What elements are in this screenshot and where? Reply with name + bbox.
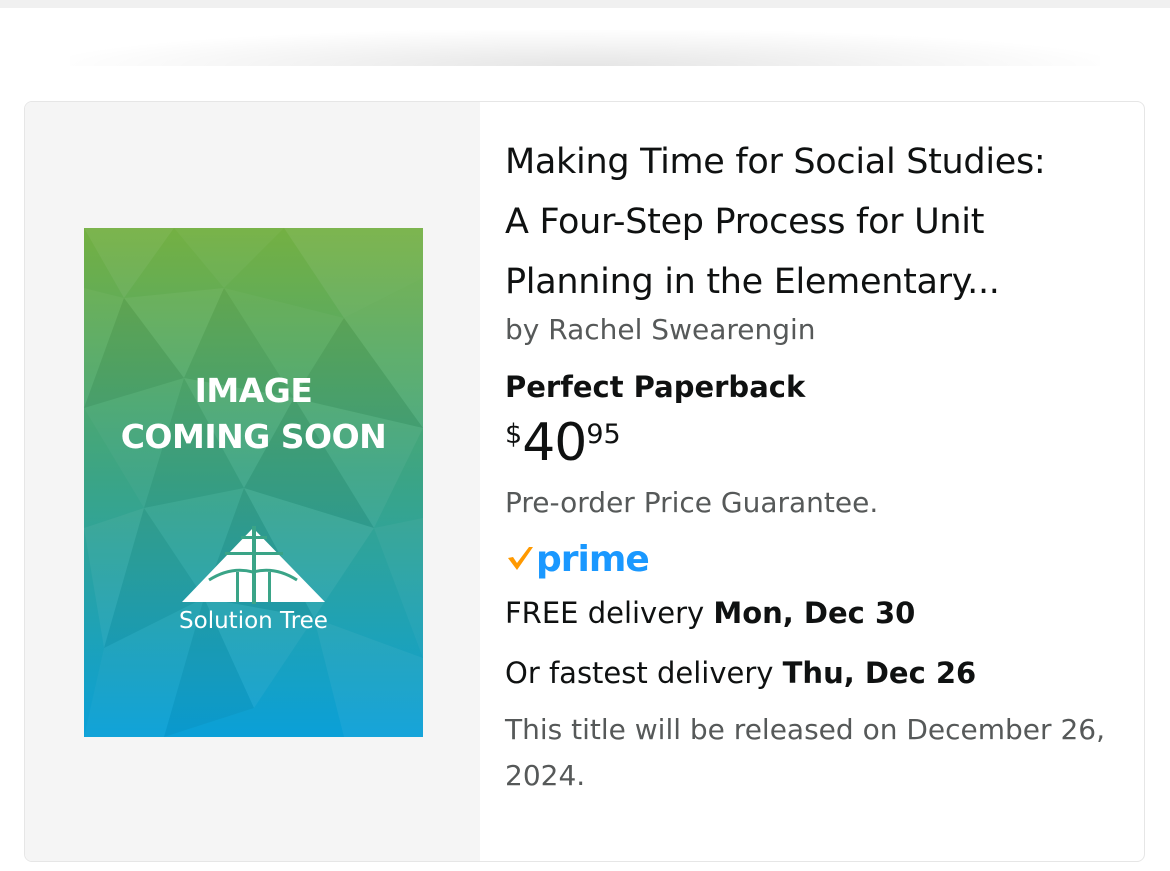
fastest-delivery-prefix: Or fastest delivery bbox=[505, 656, 783, 690]
prime-check-icon bbox=[508, 547, 533, 570]
publisher-name: Solution Tree bbox=[179, 608, 328, 634]
title-line-1: Making Time for Social Studies: bbox=[505, 142, 1046, 182]
product-cover-image[interactable]: IMAGE COMING SOON Solution Tree bbox=[84, 228, 423, 737]
title-line-2: A Four-Step Process for Unit bbox=[505, 202, 985, 242]
solution-tree-logo-icon bbox=[182, 526, 325, 604]
format-label[interactable]: Perfect Paperback bbox=[505, 367, 1125, 407]
free-delivery-info: FREE delivery Mon, Dec 30 bbox=[505, 593, 1125, 633]
prime-label: prime bbox=[536, 538, 650, 580]
fastest-delivery-info: Or fastest delivery Thu, Dec 26 bbox=[505, 653, 1125, 693]
title-line-3: Planning in the Elementary... bbox=[505, 262, 1000, 302]
author-byline: by Rachel Swearengin bbox=[505, 313, 816, 346]
product-details: Making Time for Social Studies: A Four-S… bbox=[505, 132, 1125, 799]
top-strip bbox=[0, 0, 1170, 8]
product-card[interactable]: IMAGE COMING SOON Solution Tree Making T… bbox=[24, 101, 1145, 862]
image-coming-soon-text: IMAGE COMING SOON bbox=[84, 368, 423, 460]
cover-placeholder-line1: IMAGE bbox=[194, 371, 313, 410]
cover-background bbox=[84, 228, 423, 737]
prime-badge: prime bbox=[505, 537, 1125, 581]
header-shadow bbox=[70, 30, 1100, 66]
price-whole: 40 bbox=[522, 413, 587, 473]
fastest-delivery-date: Thu, Dec 26 bbox=[782, 656, 977, 690]
free-delivery-date: Mon, Dec 30 bbox=[713, 596, 916, 630]
price-guarantee-note: Pre-order Price Guarantee. bbox=[505, 486, 879, 519]
cover-placeholder-line2: COMING SOON bbox=[120, 417, 387, 456]
product-image-pane[interactable]: IMAGE COMING SOON Solution Tree bbox=[25, 102, 480, 861]
product-title-link[interactable]: Making Time for Social Studies: A Four-S… bbox=[505, 132, 1125, 312]
price-currency-symbol: $ bbox=[505, 419, 523, 450]
release-date-note: This title will be released on December … bbox=[505, 713, 1105, 792]
price: $4095 bbox=[505, 415, 1125, 471]
price-fraction: 95 bbox=[586, 419, 621, 450]
free-delivery-prefix: FREE delivery bbox=[505, 596, 714, 630]
